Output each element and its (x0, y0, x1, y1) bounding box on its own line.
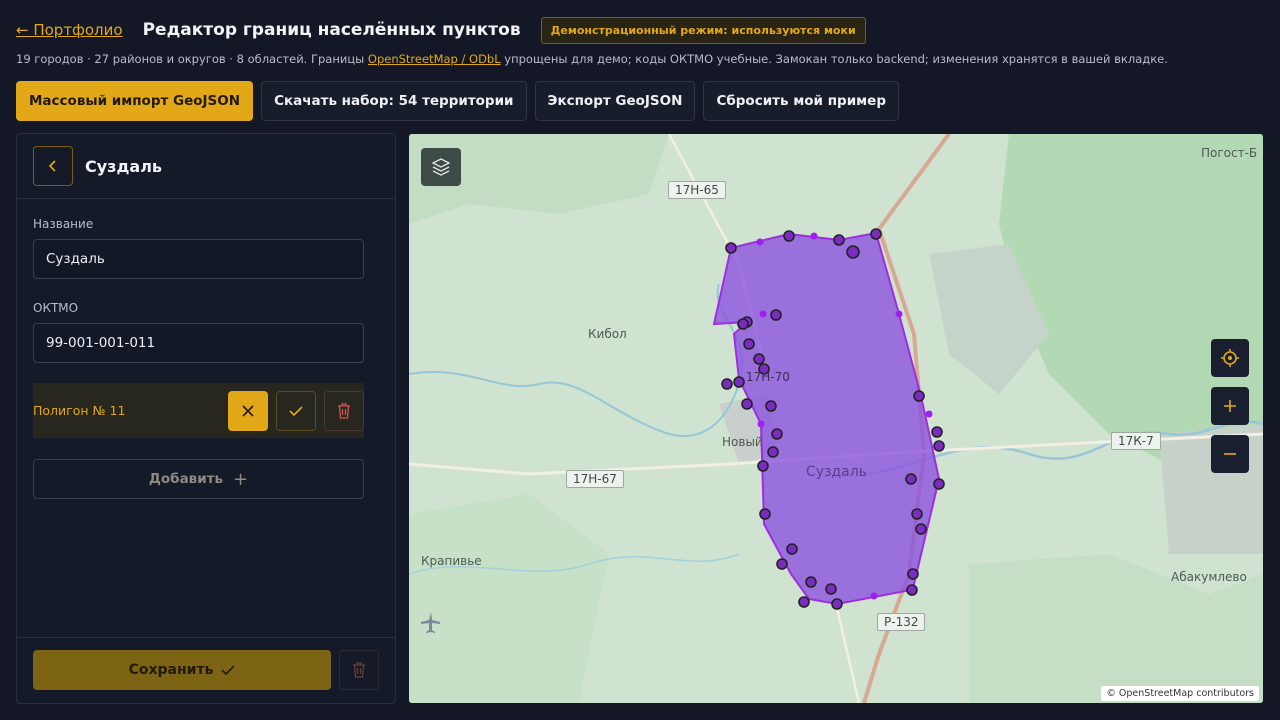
layers-icon (431, 158, 451, 176)
trash-icon (353, 662, 365, 678)
add-button-label: Добавить (148, 471, 224, 487)
save-button[interactable]: Сохранить (33, 650, 331, 690)
zoom-out-button[interactable] (1211, 435, 1249, 473)
dataset-description: 19 городов · 27 районов и округов · 8 об… (16, 52, 1168, 66)
panel-header: Суздаль (17, 134, 395, 199)
name-input[interactable]: Суздаль (33, 239, 364, 279)
close-icon (242, 404, 254, 417)
road-shield: 17Н-65 (668, 181, 726, 199)
download-set-button[interactable]: Скачать набор: 54 территории (261, 81, 527, 121)
page-title: Редактор границ населённых пунктов (142, 20, 521, 40)
header-bar: ← Портфолио Редактор границ населённых п… (16, 14, 866, 46)
basemap (409, 134, 1263, 703)
polygon-label: Полигон № 11 (33, 403, 126, 418)
description-text-end: упрощены для демо; коды ОКТМО учебные. З… (500, 52, 1168, 66)
chevron-left-icon (48, 160, 56, 172)
check-icon (221, 665, 235, 676)
territory-editor-panel: Суздаль Название Суздаль ОКТМО 99-001-00… (16, 133, 396, 704)
road-shield: 17Н-67 (566, 470, 624, 488)
map-place-label: Абакумлево (1171, 570, 1247, 584)
panel-title: Суздаль (85, 156, 163, 176)
plus-icon (1224, 400, 1236, 412)
description-text-start: 19 городов · 27 районов и округов · 8 об… (16, 52, 368, 66)
demo-mode-badge: Демонстрационный режим: используются мок… (540, 16, 866, 44)
oktmo-field-label: ОКТМО (33, 301, 79, 315)
bulk-import-button[interactable]: Массовый импорт GeoJSON (16, 81, 254, 121)
oktmo-input[interactable]: 99-001-001-011 (33, 323, 364, 363)
panel-back-button[interactable] (33, 146, 73, 186)
portfolio-back-link[interactable]: ← Портфолио (16, 21, 123, 39)
check-icon (289, 405, 303, 416)
zoom-in-button[interactable] (1211, 387, 1249, 425)
name-field-label: Название (33, 217, 94, 231)
crosshair-icon (1221, 349, 1239, 367)
panel-footer: Сохранить (17, 637, 395, 703)
delete-polygon-button[interactable] (324, 390, 364, 431)
map-view[interactable]: Погост-Б Кибол Новый Крапивье Абакумлево… (409, 134, 1263, 703)
save-button-label: Сохранить (128, 662, 214, 678)
map-city-label: Суздаль (806, 464, 867, 480)
road-shield: Р-132 (877, 613, 926, 631)
add-polygon-button[interactable]: Добавить + (33, 459, 364, 499)
locate-button[interactable] (1211, 339, 1249, 377)
export-geojson-button[interactable]: Экспорт GeoJSON (534, 81, 696, 121)
osm-attribution-link[interactable]: © OpenStreetMap contributors (1106, 688, 1254, 699)
minus-icon (1224, 453, 1236, 455)
reset-example-button[interactable]: Сбросить мой пример (703, 81, 900, 121)
plus-icon: + (233, 468, 249, 490)
map-place-label: Крапивье (421, 554, 482, 568)
road-label: 17Н-70 (746, 370, 790, 384)
forest-area (409, 494, 609, 703)
map-place-label: Кибол (588, 327, 627, 341)
trash-icon (338, 402, 350, 419)
confirm-edit-button[interactable] (276, 390, 316, 431)
map-place-label: Погост-Б (1201, 146, 1258, 160)
map-attribution: © OpenStreetMap contributors (1101, 686, 1259, 701)
osm-license-link[interactable]: OpenStreetMap / ODbL (368, 52, 501, 66)
layers-button[interactable] (421, 148, 461, 186)
delete-territory-button[interactable] (339, 650, 379, 690)
main-toolbar: Массовый импорт GeoJSON Скачать набор: 5… (16, 81, 900, 121)
road-shield: 17К-7 (1111, 432, 1161, 450)
map-place-label: Новый (722, 435, 763, 449)
polygon-row[interactable]: Полигон № 11 (33, 383, 364, 438)
cancel-edit-button[interactable] (228, 390, 268, 431)
river (409, 283, 744, 437)
